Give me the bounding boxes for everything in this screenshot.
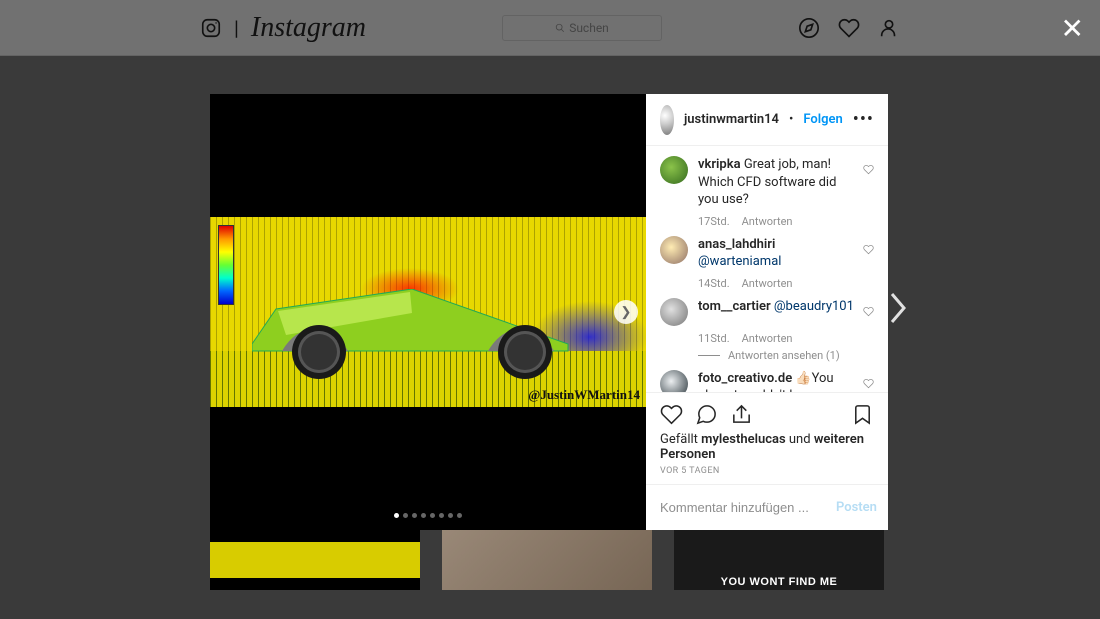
save-icon[interactable] — [851, 403, 874, 426]
author-username[interactable]: justinwmartin14 — [684, 112, 779, 127]
follow-button[interactable]: Folgen — [803, 112, 842, 127]
commenter-avatar[interactable] — [660, 236, 688, 264]
mention-link[interactable]: @warteniamal — [698, 254, 781, 269]
mention-link[interactable]: @beaudry101 — [774, 299, 854, 314]
grid-thumb[interactable]: YOU WONT FIND ME — [674, 530, 884, 590]
commenter-username[interactable]: foto_creativo.de — [698, 371, 792, 386]
author-avatar[interactable] — [660, 105, 674, 135]
grid-thumb[interactable] — [210, 530, 420, 590]
comment: foto_creativo.de 👍🏻You almost couldn't h… — [660, 370, 874, 392]
grid-thumb[interactable] — [442, 530, 652, 590]
commenter-username[interactable]: anas_lahdhiri — [698, 237, 775, 252]
comment: tom__cartier @beaudry101 — [660, 298, 874, 326]
post-header: justinwmartin14 • Folgen ••• — [646, 94, 888, 146]
comment-compose: Posten — [646, 484, 888, 530]
post-modal: @JustinWMartin14 ❯ justinwmartin14 • Fol… — [210, 94, 888, 530]
post-sidebar: justinwmartin14 • Folgen ••• vkripka Gre… — [646, 94, 888, 530]
post-actions: Gefällt mylesthelucas und weiteren Perso… — [646, 392, 888, 484]
view-replies-button[interactable]: Antworten ansehen (1) — [698, 349, 874, 362]
comment-like-icon[interactable] — [863, 240, 874, 259]
comment-like-icon[interactable] — [863, 374, 874, 392]
comment-like-icon[interactable] — [863, 302, 874, 321]
post-media[interactable]: @JustinWMartin14 ❯ — [210, 94, 646, 530]
commenter-avatar[interactable] — [660, 370, 688, 392]
comment-input[interactable] — [660, 500, 836, 515]
post-timestamp: VOR 5 TAGEN — [660, 464, 874, 482]
comments-list: vkripka Great job, man! Which CFD softwa… — [646, 146, 888, 392]
like-icon[interactable] — [660, 403, 683, 426]
share-icon[interactable] — [730, 403, 753, 426]
bg-grid: YOU WONT FIND ME — [210, 530, 884, 590]
comment: anas_lahdhiri @warteniamal — [660, 236, 874, 271]
comment: vkripka Great job, man! Which CFD softwa… — [660, 156, 874, 209]
commenter-username[interactable]: tom__cartier — [698, 299, 771, 314]
cfd-image: @JustinWMartin14 — [210, 217, 646, 407]
reply-button[interactable]: Antworten — [742, 332, 793, 345]
more-options-icon[interactable]: ••• — [853, 109, 874, 130]
likes-text[interactable]: Gefällt mylesthelucas und weiteren Perso… — [660, 430, 874, 464]
carousel-dots — [210, 513, 646, 518]
commenter-avatar[interactable] — [660, 156, 688, 184]
commenter-username[interactable]: vkripka — [698, 157, 741, 172]
commenter-avatar[interactable] — [660, 298, 688, 326]
reply-button[interactable]: Antworten — [742, 277, 793, 290]
comment-like-icon[interactable] — [863, 160, 874, 179]
post-button[interactable]: Posten — [836, 500, 877, 515]
comment-icon[interactable] — [695, 403, 718, 426]
carousel-next-icon[interactable]: ❯ — [614, 300, 638, 324]
image-watermark: @JustinWMartin14 — [528, 387, 640, 403]
close-icon[interactable]: ✕ — [1061, 12, 1084, 45]
reply-button[interactable]: Antworten — [742, 215, 793, 228]
next-arrow-icon[interactable] — [886, 288, 910, 332]
